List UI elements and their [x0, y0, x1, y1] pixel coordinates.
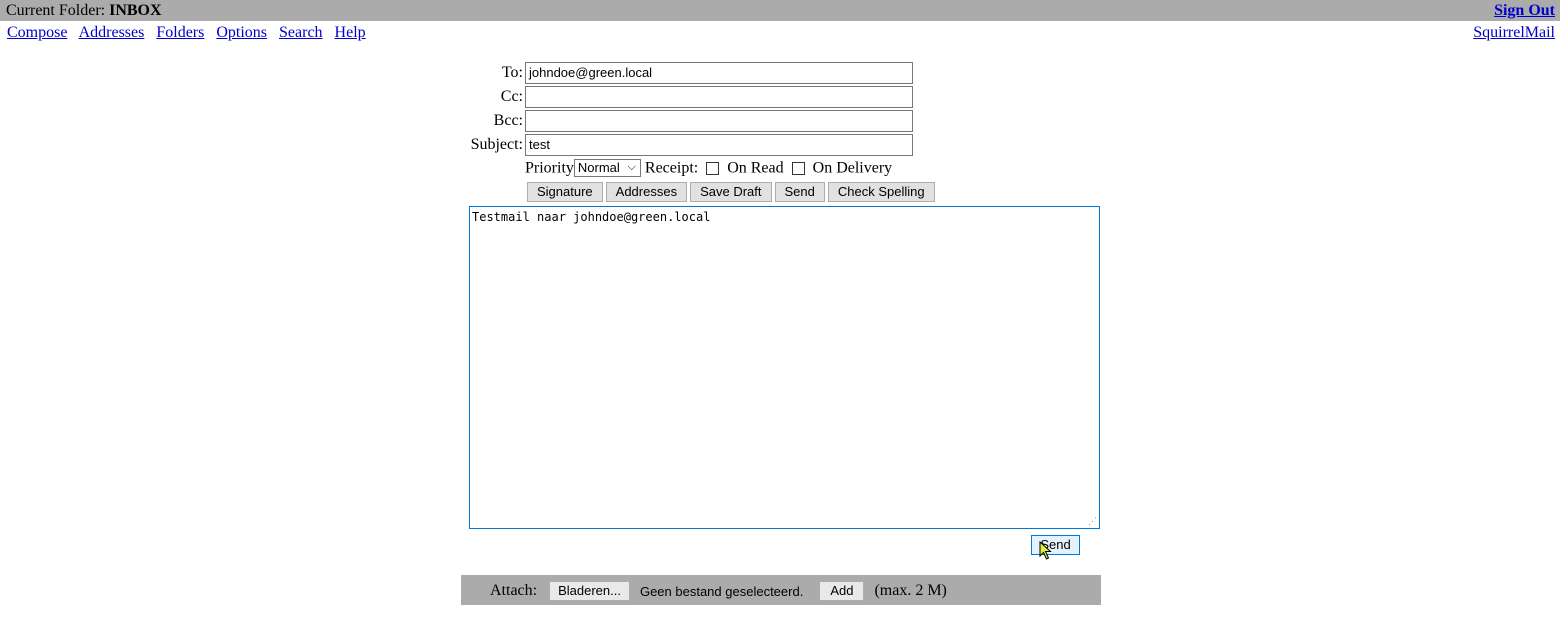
- resize-grip-icon[interactable]: ⋰: [1088, 518, 1097, 527]
- cc-label: Cc:: [500, 88, 523, 105]
- message-body[interactable]: Testmail naar johndoe@green.local ⋰: [469, 206, 1100, 529]
- current-folder-name: INBOX: [109, 2, 162, 19]
- bcc-field[interactable]: [525, 110, 913, 132]
- message-options: Priority Normal ⌵ Receipt: On Read On Deli…: [525, 159, 892, 179]
- current-folder-prefix: Current Folder:: [6, 2, 110, 19]
- cc-field[interactable]: [525, 86, 913, 108]
- nav-compose-link[interactable]: Compose: [7, 24, 67, 41]
- nav-folders-link[interactable]: Folders: [156, 24, 204, 41]
- receipt-label: Receipt:: [644, 159, 699, 177]
- subject-field[interactable]: test: [525, 134, 913, 156]
- on-delivery-label: On Delivery: [812, 159, 893, 177]
- subject-label: Subject:: [470, 136, 523, 153]
- nav-addresses-link[interactable]: Addresses: [79, 24, 145, 41]
- on-read-checkbox[interactable]: [706, 161, 720, 175]
- attach-label: Attach:: [490, 582, 538, 599]
- chevron-down-icon: ⌵: [627, 161, 636, 174]
- to-field[interactable]: johndoe@green.local: [525, 62, 913, 84]
- no-file-text: Geen bestand geselecteerd.: [639, 583, 804, 599]
- save-draft-button[interactable]: Save Draft: [690, 182, 772, 202]
- priority-select[interactable]: Normal ⌵: [573, 159, 641, 178]
- on-read-label: On Read: [727, 159, 784, 177]
- send-button-top[interactable]: Send: [774, 182, 825, 202]
- signature-button[interactable]: Signature: [527, 182, 603, 202]
- add-attachment-button[interactable]: Add: [819, 581, 865, 601]
- message-body-text: Testmail naar johndoe@green.local: [472, 210, 711, 224]
- to-label: To:: [501, 64, 523, 81]
- nav-options-link[interactable]: Options: [216, 24, 267, 41]
- on-delivery-checkbox[interactable]: [791, 161, 805, 175]
- addresses-button[interactable]: Addresses: [605, 182, 688, 202]
- current-folder: Current Folder: INBOX: [6, 2, 162, 20]
- check-spelling-button[interactable]: Check Spelling: [827, 182, 935, 202]
- sign-out-link[interactable]: Sign Out: [1494, 2, 1555, 20]
- priority-label: Priority: [525, 159, 574, 177]
- priority-value: Normal: [577, 160, 620, 176]
- nav-search-link[interactable]: Search: [279, 24, 323, 41]
- mouse-cursor-icon: [1039, 541, 1052, 560]
- compose-toolbar: Signature Addresses Save Draft Send Check Sp…: [527, 182, 938, 202]
- attach-bar: Attach: Bladeren... Geen bestand geselec…: [461, 575, 1101, 605]
- nav-help-link[interactable]: Help: [335, 24, 366, 41]
- browse-button[interactable]: Bladeren...: [549, 581, 630, 601]
- top-bar: Current Folder: INBOX Sign Out: [0, 0, 1560, 21]
- nav-bar: Compose Addresses Folders Options Search…: [0, 24, 1560, 44]
- squirrelmail-link[interactable]: SquirrelMail: [1473, 24, 1555, 42]
- max-size-text: (max. 2 M): [874, 582, 947, 599]
- bcc-label: Bcc:: [493, 112, 523, 129]
